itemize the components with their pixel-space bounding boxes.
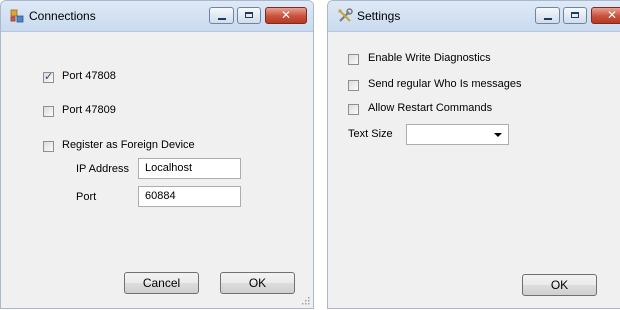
connections-title: Connections [29, 9, 96, 23]
ip-address-input[interactable]: Localhost [138, 158, 241, 179]
chevron-down-icon [494, 133, 502, 137]
port-47809-checkbox[interactable] [43, 106, 54, 117]
settings-ok-button[interactable]: OK [522, 274, 597, 296]
minimize-button[interactable] [209, 7, 234, 24]
close-icon: ✕ [606, 8, 618, 22]
cancel-button[interactable]: Cancel [124, 272, 199, 294]
maximize-button[interactable] [237, 7, 261, 24]
allow-restart-checkbox[interactable] [348, 104, 359, 115]
send-who-is-checkbox[interactable] [348, 80, 359, 91]
settings-client-area: Enable Write Diagnostics Send regular Wh… [328, 32, 620, 308]
settings-titlebar[interactable]: Settings ✕ [328, 1, 620, 32]
close-button[interactable]: ✕ [265, 7, 307, 24]
enable-write-diagnostics-label[interactable]: Enable Write Diagnostics [368, 52, 491, 64]
connections-icon [9, 8, 25, 24]
ip-address-label: IP Address [76, 163, 129, 175]
settings-close-button[interactable]: ✕ [591, 7, 620, 24]
checkmark-icon: ✓ [44, 71, 54, 83]
port-47808-label[interactable]: Port 47808 [62, 70, 116, 82]
port-47809-label[interactable]: Port 47809 [62, 104, 116, 116]
send-who-is-label[interactable]: Send regular Who Is messages [368, 78, 521, 90]
resize-grip-icon[interactable] [300, 295, 310, 305]
maximize-icon [571, 12, 579, 18]
close-icon: ✕ [280, 8, 292, 22]
text-size-label: Text Size [348, 128, 393, 140]
port-47808-checkbox[interactable]: ✓ [43, 71, 54, 83]
connections-titlebar[interactable]: Connections ✕ [1, 1, 313, 32]
connections-client-area: ✓ Port 47808 Port 47809 Register as Fore… [1, 32, 313, 308]
connections-ok-button[interactable]: OK [220, 272, 295, 294]
maximize-icon [245, 12, 253, 18]
allow-restart-label[interactable]: Allow Restart Commands [368, 102, 492, 114]
foreign-device-checkbox[interactable] [43, 141, 54, 152]
port-label: Port [76, 191, 97, 203]
connections-window: Connections ✕ ✓ Port 47808 Port 47809 Re… [0, 0, 314, 309]
minimize-icon [544, 18, 552, 20]
settings-window: Settings ✕ Enable Write Diagnostics Send… [327, 0, 620, 309]
settings-minimize-button[interactable] [535, 7, 560, 24]
minimize-icon [218, 18, 226, 20]
settings-tools-icon [337, 8, 353, 24]
foreign-device-label[interactable]: Register as Foreign Device [62, 139, 195, 151]
text-size-select[interactable] [406, 124, 509, 145]
port-input[interactable]: 60884 [138, 186, 241, 207]
enable-write-diagnostics-checkbox[interactable] [348, 54, 359, 65]
settings-title: Settings [357, 9, 401, 23]
settings-maximize-button[interactable] [563, 7, 587, 24]
